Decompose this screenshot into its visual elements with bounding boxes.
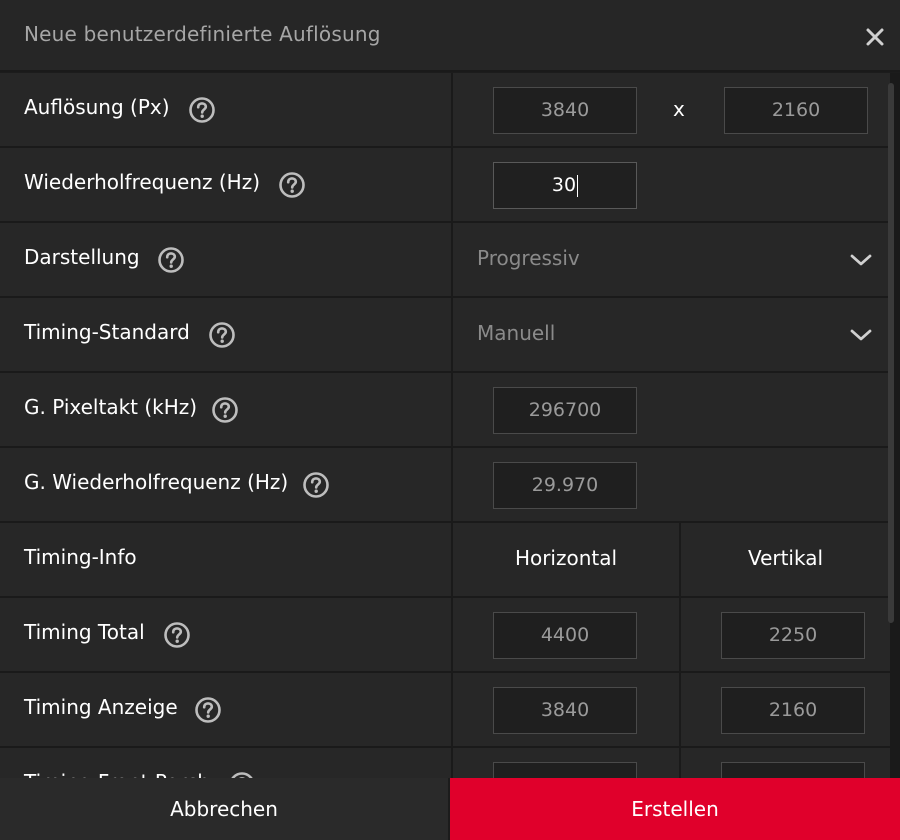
timing-display-vertical-cell: 2160: [681, 673, 890, 746]
scrollbar[interactable]: [888, 83, 894, 623]
g-refresh-label: G. Wiederholfrequenz (Hz): [24, 470, 289, 494]
refresh-input-value: 30: [551, 174, 577, 196]
timing-info-vertical-cell: Vertikal: [681, 523, 890, 596]
help-icon[interactable]: [302, 471, 330, 499]
refresh-input[interactable]: 30: [493, 162, 637, 209]
timing-info-row: Timing-Info Horizontal Vertikal: [0, 523, 900, 596]
timing-display-vertical-input[interactable]: 2160: [721, 687, 865, 734]
timing-total-horizontal-cell: 4400: [453, 598, 679, 671]
pixel-clock-label-cell: G. Pixeltakt (kHz): [0, 373, 451, 446]
settings-panel: Auflösung (Px) 3840 x 2160 Wiederholfreq…: [0, 73, 900, 778]
dialog-footer: Abbrechen Erstellen: [0, 778, 900, 840]
timing-standard-label: Timing-Standard: [24, 320, 190, 344]
scan-label: Darstellung: [24, 245, 140, 269]
g-refresh-row: G. Wiederholfrequenz (Hz) 29.970: [0, 448, 900, 521]
timing-info-horizontal-cell: Horizontal: [453, 523, 679, 596]
timing-display-label-cell: Timing Anzeige: [0, 673, 451, 746]
chevron-down-icon[interactable]: [849, 250, 873, 270]
help-icon[interactable]: [228, 771, 256, 778]
timing-front-porch-vertical-input[interactable]: [721, 762, 865, 778]
timing-total-label: Timing Total: [24, 620, 145, 644]
horizontal-column-header: Horizontal: [514, 546, 618, 570]
resolution-height-input[interactable]: 2160: [724, 87, 868, 134]
help-icon[interactable]: [211, 396, 239, 424]
help-icon[interactable]: [278, 171, 306, 199]
help-icon[interactable]: [163, 621, 191, 649]
timing-front-porch-horizontal-input[interactable]: [493, 762, 637, 778]
vertical-column-header: Vertikal: [747, 546, 824, 570]
timing-total-vertical-cell: 2250: [681, 598, 890, 671]
pixel-clock-value-cell: 296700: [453, 373, 890, 446]
timing-total-row: Timing Total 4400 2250: [0, 598, 900, 671]
help-icon[interactable]: [188, 96, 216, 124]
timing-standard-label-cell: Timing-Standard: [0, 298, 451, 371]
dialog-title: Neue benutzerdefinierte Auflösung: [24, 22, 381, 46]
g-refresh-input[interactable]: 29.970: [493, 462, 637, 509]
pixel-clock-input[interactable]: 296700: [493, 387, 637, 434]
timing-front-porch-label-cell: Timing Front Porch: [0, 748, 451, 778]
timing-display-horizontal-cell: 3840: [453, 673, 679, 746]
pixel-clock-label: G. Pixeltakt (kHz): [24, 395, 198, 419]
timing-display-label: Timing Anzeige: [24, 695, 178, 719]
resolution-row: Auflösung (Px) 3840 x 2160: [0, 73, 900, 146]
close-icon[interactable]: [862, 24, 888, 50]
refresh-row: Wiederholfrequenz (Hz) 30: [0, 148, 900, 221]
timing-standard-selected: Manuell: [477, 321, 556, 345]
timing-total-vertical-input[interactable]: 2250: [721, 612, 865, 659]
refresh-value-cell: 30: [453, 148, 890, 221]
timing-front-porch-vertical-cell: [681, 748, 890, 778]
help-icon[interactable]: [194, 696, 222, 724]
timing-front-porch-label: Timing Front Porch: [24, 770, 210, 778]
timing-display-horizontal-input[interactable]: 3840: [493, 687, 637, 734]
timing-standard-row: Timing-Standard Manuell: [0, 298, 900, 371]
create-button[interactable]: Erstellen: [450, 778, 900, 840]
refresh-label: Wiederholfrequenz (Hz): [24, 170, 261, 194]
scan-dropdown[interactable]: Progressiv: [453, 223, 890, 296]
resolution-value-cell: 3840 x 2160: [453, 73, 890, 146]
text-caret: [577, 174, 579, 197]
scan-selected: Progressiv: [477, 246, 580, 270]
cancel-button[interactable]: Abbrechen: [0, 778, 448, 840]
chevron-down-icon[interactable]: [849, 325, 873, 345]
resolution-separator: x: [673, 97, 685, 121]
scan-row: Darstellung Progressiv: [0, 223, 900, 296]
resolution-label-cell: Auflösung (Px): [0, 73, 451, 146]
timing-total-horizontal-input[interactable]: 4400: [493, 612, 637, 659]
g-refresh-label-cell: G. Wiederholfrequenz (Hz): [0, 448, 451, 521]
timing-front-porch-horizontal-cell: [453, 748, 679, 778]
timing-info-label: Timing-Info: [24, 545, 137, 569]
resolution-label: Auflösung (Px): [24, 95, 170, 119]
g-refresh-value-cell: 29.970: [453, 448, 890, 521]
pixel-clock-row: G. Pixeltakt (kHz) 296700: [0, 373, 900, 446]
timing-total-label-cell: Timing Total: [0, 598, 451, 671]
timing-standard-dropdown[interactable]: Manuell: [453, 298, 890, 371]
timing-front-porch-row: Timing Front Porch: [0, 748, 900, 778]
help-icon[interactable]: [157, 246, 185, 274]
timing-display-row: Timing Anzeige 3840 2160: [0, 673, 900, 746]
refresh-label-cell: Wiederholfrequenz (Hz): [0, 148, 451, 221]
help-icon[interactable]: [208, 321, 236, 349]
dialog-titlebar: Neue benutzerdefinierte Auflösung: [0, 0, 900, 72]
scan-label-cell: Darstellung: [0, 223, 451, 296]
resolution-width-input[interactable]: 3840: [493, 87, 637, 134]
timing-info-label-cell: Timing-Info: [0, 523, 451, 596]
